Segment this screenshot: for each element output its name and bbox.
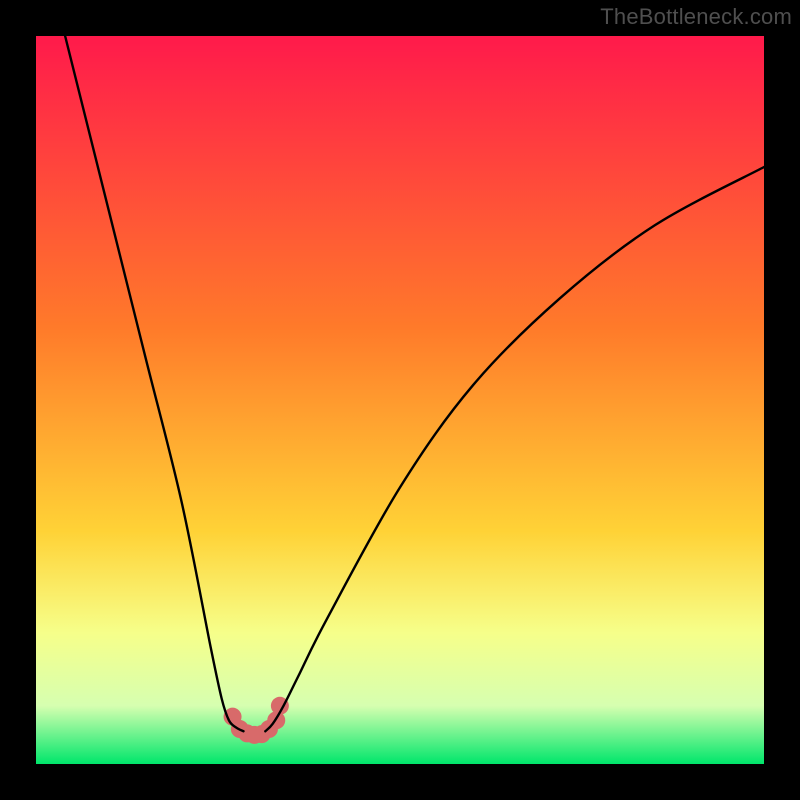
chart-frame: TheBottleneck.com (0, 0, 800, 800)
bottleneck-chart (36, 36, 764, 764)
plot-background (36, 36, 764, 764)
watermark-text: TheBottleneck.com (600, 4, 792, 30)
